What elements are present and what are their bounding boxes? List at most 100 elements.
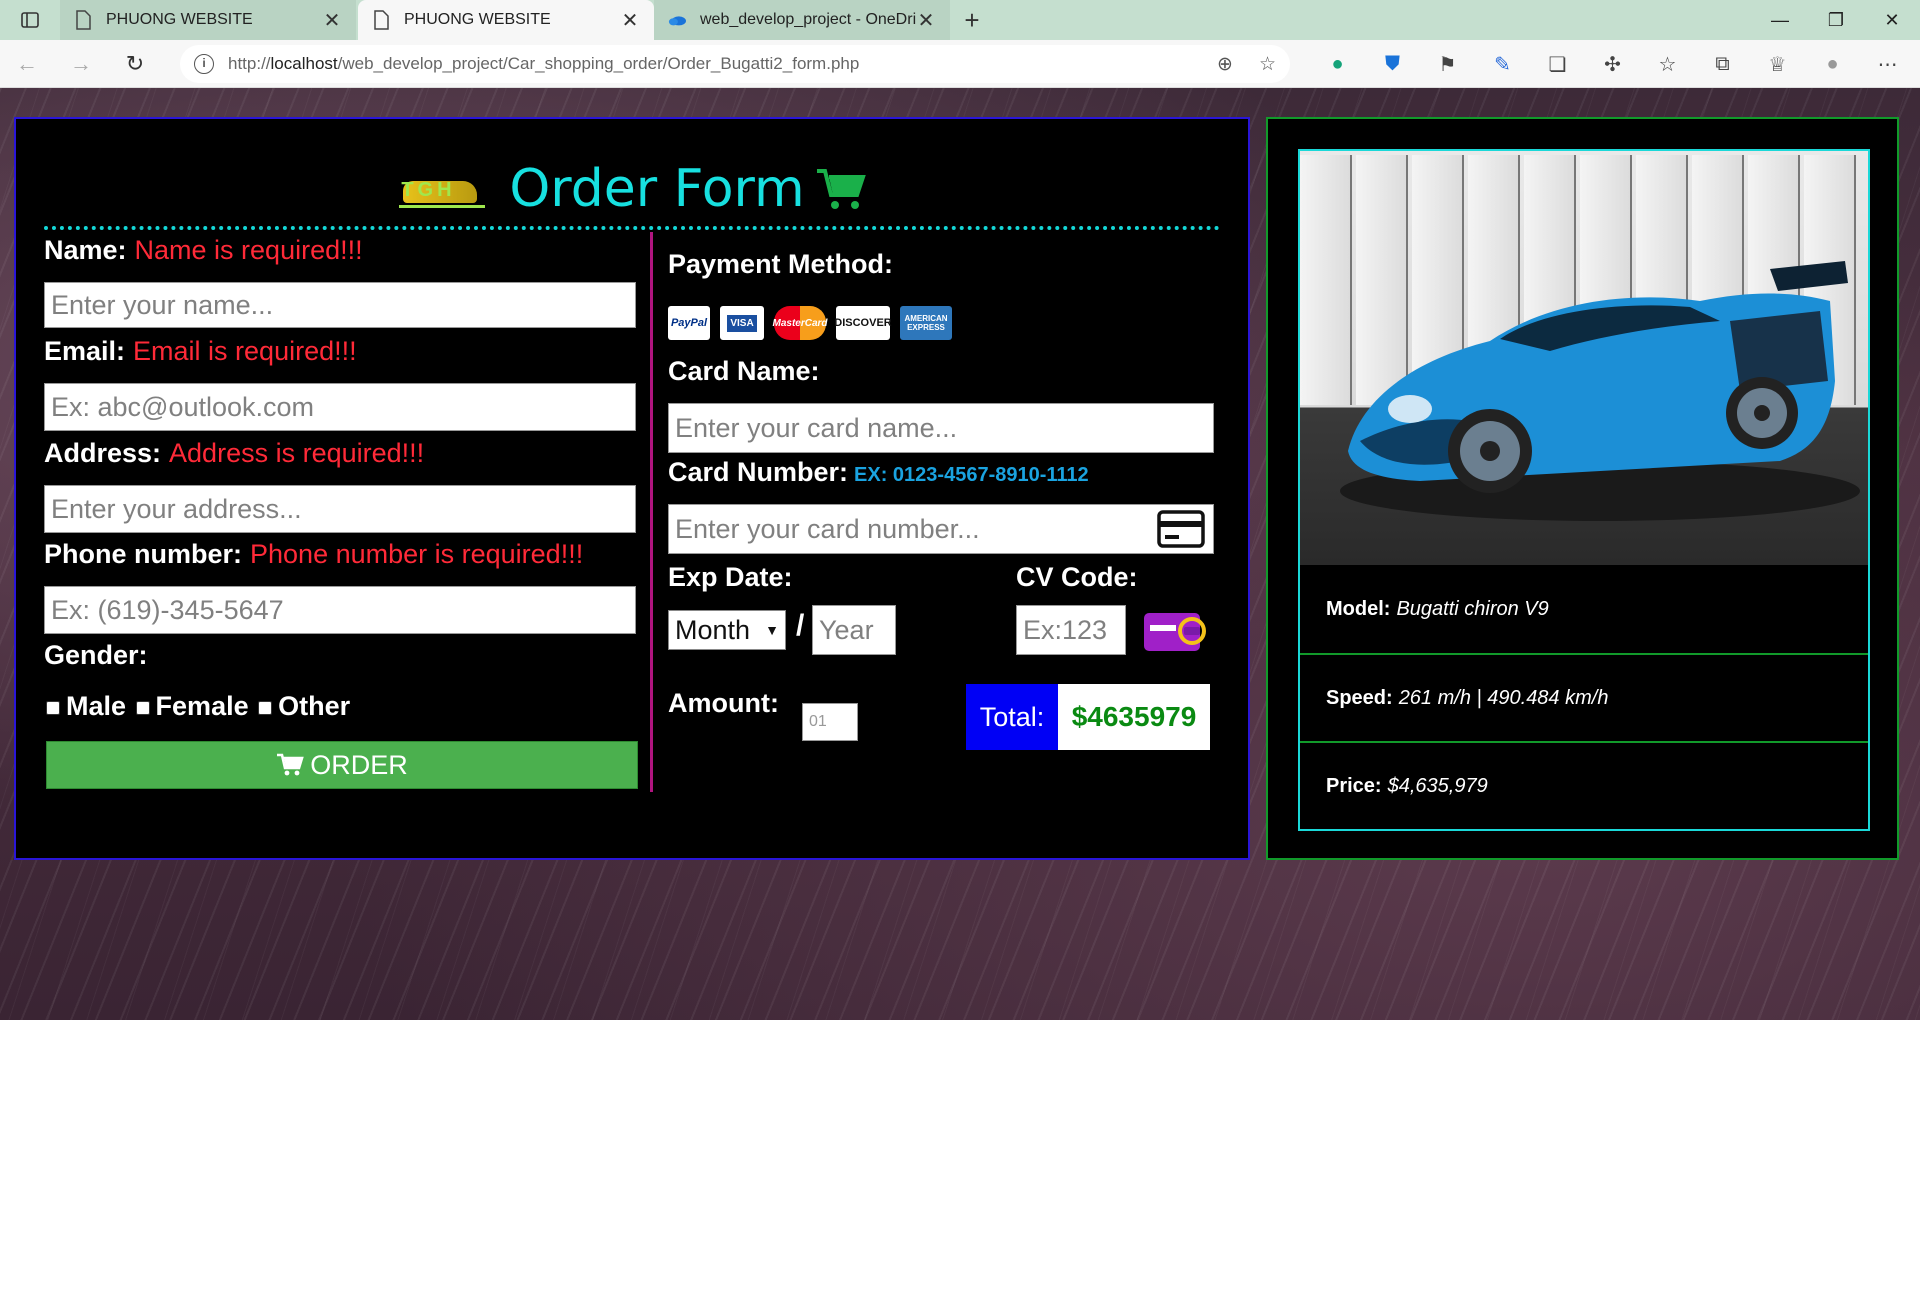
favorites-icon[interactable]: ☆ bbox=[1640, 52, 1695, 77]
tab-title: PHUONG WEBSITE bbox=[106, 11, 253, 28]
minimize-icon[interactable]: — bbox=[1752, 0, 1808, 40]
name-input[interactable]: Enter your name... bbox=[44, 282, 636, 328]
exp-separator: / bbox=[796, 609, 805, 642]
close-tab-icon[interactable]: ✕ bbox=[916, 8, 936, 33]
address-error: Address is required!!! bbox=[169, 438, 425, 468]
page-icon bbox=[374, 10, 389, 30]
new-tab-button[interactable]: + bbox=[952, 0, 992, 40]
email-input[interactable]: Ex: abc@outlook.com bbox=[44, 383, 636, 431]
favorite-star-icon[interactable]: ☆ bbox=[1259, 53, 1276, 76]
product-panel: Model: Bugatti chiron V9 Speed: 261 m/h | … bbox=[1266, 117, 1899, 860]
mastercard-icon[interactable]: MasterCard bbox=[772, 306, 828, 340]
address-label: Address: Address is required!!! bbox=[44, 438, 425, 468]
browser-toolbar: ← → ↻ i http://localhost/web_develop_pro… bbox=[0, 40, 1920, 88]
gender-options: Male Female Other bbox=[44, 691, 350, 722]
exp-year-input[interactable]: Year bbox=[812, 605, 896, 655]
card-number-label: Card Number: EX: 0123-4567-8910-1112 bbox=[668, 457, 1089, 487]
email-label: Email: Email is required!!! bbox=[44, 336, 357, 366]
onedrive-icon bbox=[668, 16, 686, 26]
tab-onedrive[interactable]: web_develop_project - OneDrive ✕ bbox=[654, 0, 950, 40]
refresh-icon[interactable]: ↻ bbox=[108, 40, 162, 88]
more-menu-icon[interactable]: ⋯ bbox=[1860, 52, 1915, 77]
bugatti-car-illustration bbox=[1340, 261, 1860, 521]
profile-avatar[interactable]: ● bbox=[1805, 53, 1860, 76]
cv-code-label: CV Code: bbox=[1016, 562, 1138, 592]
close-tab-icon[interactable]: ✕ bbox=[322, 8, 342, 33]
flag-icon[interactable]: ⚑ bbox=[1420, 52, 1475, 77]
card-number-input[interactable]: Enter your card number... bbox=[668, 504, 1214, 554]
amount-input[interactable]: 01 bbox=[802, 703, 858, 741]
model-value: Bugatti chiron V9 bbox=[1396, 597, 1549, 620]
pen-icon[interactable]: ✎ bbox=[1475, 52, 1530, 77]
card-name-label: Card Name: bbox=[668, 356, 820, 386]
price-row: Price: $4,635,979 bbox=[1300, 741, 1868, 829]
page-title: Order Form bbox=[509, 159, 805, 219]
card-name-input[interactable]: Enter your card name... bbox=[668, 403, 1214, 453]
speed-row: Speed: 261 m/h | 490.484 km/h bbox=[1300, 653, 1868, 741]
gender-female-label: Female bbox=[155, 691, 249, 721]
zoom-icon[interactable]: ⊕ bbox=[1217, 53, 1233, 76]
order-button[interactable]: ORDER bbox=[46, 741, 638, 789]
extension-shield-icon[interactable]: ⛊ bbox=[1365, 53, 1420, 76]
discover-icon[interactable]: DISCOVER bbox=[834, 306, 892, 340]
paypal-icon[interactable]: PayPal bbox=[668, 306, 710, 340]
car-image bbox=[1300, 151, 1868, 565]
phone-error: Phone number is required!!! bbox=[250, 539, 584, 569]
grammarly-icon[interactable]: ● bbox=[1310, 53, 1365, 76]
total-value: $4635979 bbox=[1058, 684, 1210, 750]
form-header: TGH Order Form bbox=[16, 159, 1248, 219]
name-label: Name: Name is required!!! bbox=[44, 235, 363, 265]
amex-icon[interactable]: AMERICAN EXPRESS bbox=[900, 306, 952, 340]
order-button-label: ORDER bbox=[310, 749, 408, 780]
name-error: Name is required!!! bbox=[134, 235, 363, 265]
tab-phuong-website-1[interactable]: PHUONG WEBSITE ✕ bbox=[60, 0, 356, 40]
speed-value: 261 m/h | 490.484 km/h bbox=[1398, 686, 1609, 709]
site-logo[interactable]: TGH bbox=[397, 167, 501, 211]
model-row: Model: Bugatti chiron V9 bbox=[1326, 597, 1549, 620]
gender-label: Gender: bbox=[44, 640, 148, 670]
extensions-puzzle-icon[interactable]: ✣ bbox=[1585, 52, 1640, 77]
email-error: Email is required!!! bbox=[133, 336, 357, 366]
phone-input[interactable]: Ex: (619)-345-5647 bbox=[44, 586, 636, 634]
tab-phuong-website-2[interactable]: PHUONG WEBSITE ✕ bbox=[358, 0, 654, 40]
close-window-icon[interactable]: ✕ bbox=[1864, 0, 1920, 40]
restore-icon[interactable]: ❐ bbox=[1808, 0, 1864, 40]
collections-icon[interactable]: ⧉ bbox=[1695, 53, 1750, 76]
payment-icons: PayPal VISA MasterCard DISCOVER AMERICAN… bbox=[668, 306, 952, 340]
tab-actions-icon[interactable] bbox=[0, 0, 60, 40]
title-divider bbox=[44, 226, 1220, 230]
order-form-panel: TGH Order Form Name: Name is required!!! … bbox=[14, 117, 1250, 860]
gender-female-checkbox[interactable] bbox=[135, 700, 150, 715]
chevron-down-icon: ▼ bbox=[765, 622, 779, 638]
collections-stack-icon[interactable]: ❏ bbox=[1530, 52, 1585, 77]
card-number-hint: EX: 0123-4567-8910-1112 bbox=[854, 464, 1089, 486]
forward-icon[interactable]: → bbox=[54, 40, 108, 88]
cv-code-input[interactable]: Ex:123 bbox=[1016, 605, 1126, 655]
payment-method-label: Payment Method: bbox=[668, 249, 894, 279]
shopping-cart-icon bbox=[816, 169, 866, 209]
url-text: http://localhost/web_develop_project/Car… bbox=[228, 54, 860, 73]
card-number-placeholder: Enter your card number... bbox=[675, 513, 980, 544]
gender-other-label: Other bbox=[278, 691, 351, 721]
exp-date-label: Exp Date: bbox=[668, 562, 793, 592]
address-bar[interactable]: i http://localhost/web_develop_project/C… bbox=[180, 45, 1290, 83]
amount-label: Amount: bbox=[668, 688, 779, 718]
product-card: Model: Bugatti chiron V9 Speed: 261 m/h | … bbox=[1298, 149, 1870, 831]
phone-label: Phone number: Phone number is required!!! bbox=[44, 539, 584, 569]
back-icon[interactable]: ← bbox=[0, 40, 54, 88]
visa-icon[interactable]: VISA bbox=[720, 306, 764, 340]
tab-title: web_develop_project - OneDrive bbox=[700, 11, 916, 28]
tab-title: PHUONG WEBSITE bbox=[404, 11, 551, 28]
address-input[interactable]: Enter your address... bbox=[44, 485, 636, 533]
close-tab-icon[interactable]: ✕ bbox=[620, 8, 640, 33]
info-icon[interactable]: i bbox=[194, 54, 214, 74]
cart-icon bbox=[277, 753, 304, 776]
column-divider bbox=[650, 232, 653, 792]
gender-other-checkbox[interactable] bbox=[258, 700, 273, 715]
price-value: $4,635,979 bbox=[1387, 774, 1488, 797]
rewards-icon[interactable]: ♕ bbox=[1750, 52, 1805, 77]
exp-month-select[interactable]: Month ▼ bbox=[668, 610, 786, 650]
page-icon bbox=[76, 10, 91, 30]
credit-card-icon bbox=[1157, 510, 1205, 548]
gender-male-checkbox[interactable] bbox=[46, 700, 60, 715]
